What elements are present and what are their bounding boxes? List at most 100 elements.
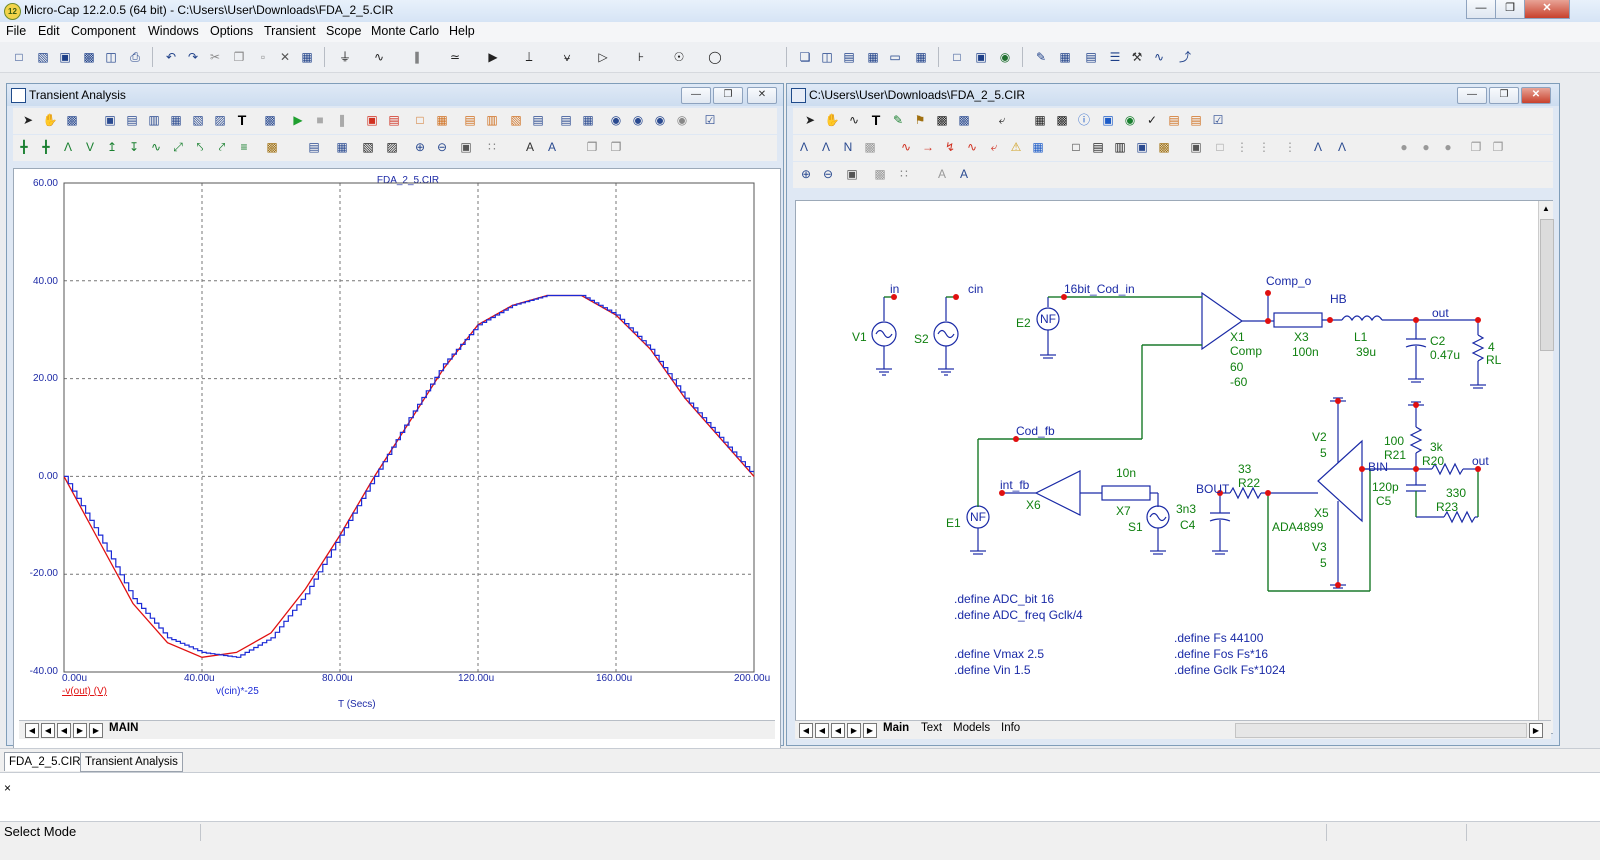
page-double-icon[interactable]: ▤ <box>1089 138 1107 156</box>
tokens-icon[interactable]: ▤ <box>385 111 403 129</box>
grid-attribute-icon[interactable]: ◉ <box>1121 111 1139 129</box>
restore-app-button[interactable]: ❐ <box>1495 0 1525 19</box>
tab-first-button[interactable]: ◀ <box>25 723 39 738</box>
flag-icon[interactable]: ⚑ <box>911 111 929 129</box>
grid-dots-icon[interactable]: ∷ <box>483 138 501 156</box>
calculator-icon[interactable]: ▦ <box>912 48 930 66</box>
menu-component[interactable]: Component <box>71 24 136 38</box>
tile-horizontal-icon[interactable]: ▤ <box>840 48 858 66</box>
vertical-scroll-thumb[interactable] <box>1540 219 1554 351</box>
inductor-l1[interactable] <box>1341 315 1383 322</box>
tab-prev-button[interactable]: ◀ <box>57 723 71 738</box>
horizontal-axis-icon[interactable]: ▤ <box>557 111 575 129</box>
node-numbers-icon[interactable]: ▦ <box>1031 111 1049 129</box>
schematic-minimize-button[interactable]: — <box>1457 87 1487 104</box>
select-all-icon[interactable]: ▦ <box>298 48 316 66</box>
group-icon[interactable]: ▣ <box>1133 138 1151 156</box>
font-color-icon[interactable]: A <box>543 138 561 156</box>
stop-icon[interactable]: ■ <box>311 111 329 129</box>
define-text[interactable]: .define Fos Fs*16 <box>1174 647 1268 661</box>
probe-icon[interactable]: ⤴ <box>1176 48 1194 66</box>
peak-icon[interactable]: ▨ <box>211 111 229 129</box>
help-mode-icon[interactable]: ▩ <box>1053 111 1071 129</box>
delete-icon[interactable]: ✕ <box>276 48 294 66</box>
define-text[interactable]: .define ADC_bit 16 <box>954 592 1054 606</box>
paste-plot-icon[interactable]: ❐ <box>607 138 625 156</box>
paste-icon[interactable]: ▫ <box>254 48 272 66</box>
minor-grid-icon[interactable]: ▤ <box>461 111 479 129</box>
data-points-icon[interactable]: ▣ <box>363 111 381 129</box>
pan-hand-icon[interactable]: ✋ <box>41 111 59 129</box>
menu-transient[interactable]: Transient <box>264 24 316 38</box>
tab-last-button[interactable]: ▶ <box>89 723 103 738</box>
horizontal-scrollbar[interactable] <box>1235 723 1527 738</box>
trace2-legend[interactable]: v(cin)*-25 <box>216 686 259 697</box>
resistor-rl[interactable] <box>1470 320 1486 389</box>
opamp-x5[interactable] <box>1267 397 1371 592</box>
paste-icon[interactable]: ❐ <box>1489 138 1507 156</box>
high-cursor-icon[interactable]: ↥ <box>103 138 121 156</box>
run-icon[interactable]: ▶ <box>289 111 307 129</box>
low-cursor-icon[interactable]: ↧ <box>125 138 143 156</box>
tab-last-button[interactable]: ▶ <box>863 723 877 738</box>
menu-edit[interactable]: Edit <box>38 24 60 38</box>
next-interpolated-icon[interactable]: ╋ <box>37 138 55 156</box>
pin-icon[interactable]: ▤ <box>1165 111 1183 129</box>
menu-help[interactable]: Help <box>449 24 475 38</box>
menu-file[interactable]: File <box>6 24 26 38</box>
power-icon[interactable]: ↯ <box>941 138 959 156</box>
capacitor-icon[interactable]: ∥ <box>408 48 426 66</box>
source-icon[interactable]: ☉ <box>670 48 688 66</box>
define-text[interactable]: .define Gclk Fs*1024 <box>1174 663 1286 677</box>
select-pointer-icon[interactable]: ➤ <box>19 111 37 129</box>
isource-icon[interactable]: ◯ <box>706 48 724 66</box>
undo-icon[interactable]: ↶ <box>162 48 180 66</box>
more-icon[interactable]: ● <box>1439 138 1457 156</box>
voltage-icon[interactable]: ∿ <box>897 138 915 156</box>
properties-tool-icon[interactable]: ▩ <box>261 111 279 129</box>
cascade-icon[interactable]: ❏ <box>796 48 814 66</box>
scale-icon[interactable]: ▣ <box>101 111 119 129</box>
tab-models[interactable]: Models <box>953 722 990 734</box>
select-pointer-icon[interactable]: ➤ <box>801 111 819 129</box>
grid-icon[interactable]: ▦ <box>1056 48 1074 66</box>
current-icon[interactable]: → <box>919 138 937 156</box>
global-slope-icon[interactable]: ⤤ <box>213 138 231 156</box>
zoom-box-icon[interactable]: ▣ <box>843 165 861 183</box>
pan-hand-icon[interactable]: ✋ <box>823 111 841 129</box>
transient-minimize-button[interactable]: — <box>681 87 711 104</box>
copy-icon[interactable]: ❐ <box>230 48 248 66</box>
stop-circle-icon[interactable]: ● <box>1417 138 1435 156</box>
mirror-icon[interactable]: ⋮ <box>1233 138 1251 156</box>
edit-icon[interactable]: ✎ <box>1032 48 1050 66</box>
tile-icon[interactable]: ▦ <box>864 48 882 66</box>
flip-y-icon[interactable]: ⋮ <box>1281 138 1299 156</box>
zoom-area-icon[interactable]: ◉ <box>629 111 647 129</box>
define-text[interactable]: .define ADC_freq Gclk/4 <box>954 608 1083 622</box>
node-voltages-icon[interactable]: ⤶ <box>985 138 1003 156</box>
restore-limits-icon[interactable]: ▥ <box>145 111 163 129</box>
zoom-box-icon[interactable]: ▣ <box>457 138 475 156</box>
scroll-right-icon[interactable]: ▶ <box>1529 723 1543 738</box>
camera-icon[interactable]: ▩ <box>871 165 889 183</box>
battery-icon[interactable]: ⊦ <box>632 48 650 66</box>
new-file-icon[interactable]: □ <box>10 48 28 66</box>
voltage-source-v1[interactable] <box>871 297 897 376</box>
schematic-vertical-scrollbar[interactable]: ▲ ▼ <box>1538 201 1554 733</box>
close-output-icon[interactable]: × <box>4 781 11 795</box>
paste-icon[interactable]: ▩ <box>1155 138 1173 156</box>
flip-icon[interactable]: ⋮ <box>1255 138 1273 156</box>
save-icon[interactable]: ▣ <box>56 48 74 66</box>
define-text[interactable]: .define Vin 1.5 <box>954 663 1031 677</box>
font-icon[interactable]: A <box>521 138 539 156</box>
tab-first-button[interactable]: ◀ <box>799 723 813 738</box>
zoom-reset-icon[interactable]: ◉ <box>651 111 669 129</box>
font-icon[interactable]: A <box>933 165 951 183</box>
capacitor-c4[interactable] <box>1209 493 1231 555</box>
font-color-icon[interactable]: A <box>955 165 973 183</box>
wire-icon[interactable]: ∿ <box>845 111 863 129</box>
tab-main[interactable]: MAIN <box>109 722 138 734</box>
switch-s2[interactable] <box>933 297 959 376</box>
menu-monte-carlo[interactable]: Monte Carlo <box>371 24 439 38</box>
close-app-button[interactable]: ✕ <box>1524 0 1570 19</box>
